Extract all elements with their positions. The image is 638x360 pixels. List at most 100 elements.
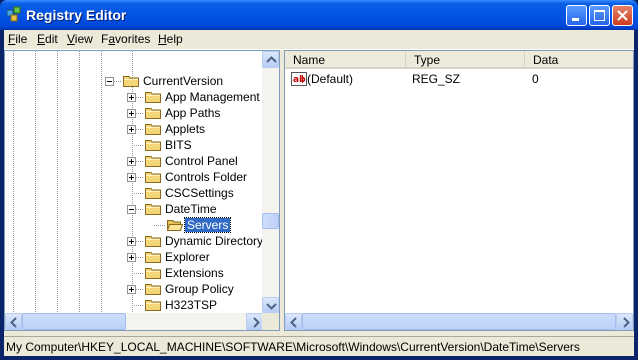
- registry-editor-icon: [6, 6, 21, 22]
- folder-open-icon: [166, 218, 184, 232]
- tree-horizontal-thumb[interactable]: [22, 313, 126, 330]
- tree-node-label: Group Policy: [165, 282, 234, 296]
- tree-node-label: H323TSP: [165, 298, 218, 312]
- collapse-toggle[interactable]: [127, 205, 136, 214]
- key-tree: CurrentVersion App Management App Paths App…: [5, 51, 263, 314]
- close-icon: [617, 10, 628, 21]
- tree-node-group-policy[interactable]: Group Policy: [5, 281, 263, 297]
- tree-node-dynamic-directory[interactable]: Dynamic Directory: [5, 233, 263, 249]
- menu-view[interactable]: View: [67, 32, 93, 46]
- string-value-icon: ab: [291, 72, 307, 86]
- minimize-icon: [572, 18, 579, 21]
- tree-node-app-management[interactable]: App Management: [5, 89, 263, 105]
- arrow-left-icon: [290, 317, 297, 328]
- list-horizontal-scrollbar[interactable]: [285, 313, 633, 330]
- column-header-label: Type: [414, 53, 441, 67]
- folder-icon: [145, 266, 161, 280]
- tree-node-label: DateTime: [165, 202, 217, 216]
- scroll-down-button[interactable]: [262, 297, 279, 314]
- expand-toggle[interactable]: [127, 237, 136, 246]
- folder-icon: [145, 250, 161, 264]
- tree-horizontal-scrollbar[interactable]: [5, 313, 263, 330]
- tree-node-servers[interactable]: Servers: [5, 217, 263, 233]
- tree-connector: [132, 193, 144, 194]
- expand-toggle[interactable]: [127, 109, 136, 118]
- status-bar: My Computer\HKEY_LOCAL_MACHINE\SOFTWARE\…: [4, 336, 634, 357]
- window-title: Registry Editor: [26, 7, 127, 23]
- folder-icon: [123, 74, 139, 88]
- maximize-button[interactable]: [589, 5, 610, 26]
- value-name: (Default): [307, 72, 354, 86]
- arrow-up-icon: [266, 56, 277, 63]
- folder-icon: [145, 298, 161, 312]
- close-button[interactable]: [612, 5, 633, 26]
- tree-node-label: App Management: [165, 90, 260, 104]
- arrow-left-icon: [10, 317, 17, 328]
- tree-node-control-panel[interactable]: Control Panel: [5, 153, 263, 169]
- folder-icon: [145, 202, 161, 216]
- folder-icon: [145, 106, 161, 120]
- tree-connector: [132, 145, 144, 146]
- list-horizontal-thumb[interactable]: [302, 313, 616, 330]
- collapse-toggle[interactable]: [105, 77, 114, 86]
- menu-file[interactable]: File: [8, 32, 27, 46]
- tree-node-label: Dynamic Directory: [165, 234, 263, 248]
- expand-toggle[interactable]: [127, 285, 136, 294]
- tree-vertical-thumb[interactable]: [262, 213, 279, 229]
- tree-node-label: Explorer: [165, 250, 210, 264]
- scroll-left-button[interactable]: [285, 313, 302, 330]
- tree-node-explorer[interactable]: Explorer: [5, 249, 263, 265]
- tree-connector: [132, 273, 144, 274]
- values-list-pane[interactable]: Name Type Data ab (Default) REG_SZ 0: [284, 50, 634, 331]
- folder-icon: [145, 234, 161, 248]
- menu-help[interactable]: Help: [158, 32, 183, 46]
- column-header-data[interactable]: Data: [525, 51, 633, 69]
- tree-node-bits[interactable]: BITS: [5, 137, 263, 153]
- tree-vertical-scrollbar[interactable]: [262, 51, 279, 314]
- title-bar[interactable]: Registry Editor: [0, 0, 638, 30]
- expand-toggle[interactable]: [127, 173, 136, 182]
- tree-node-label: Servers: [183, 217, 232, 233]
- tree-node-h323tsp[interactable]: H323TSP: [5, 297, 263, 313]
- client-area: File Edit View Favorites Help CurrentVersion…: [4, 30, 634, 356]
- tree-node-label: App Paths: [165, 106, 221, 120]
- scroll-right-button[interactable]: [246, 313, 263, 330]
- key-tree-pane[interactable]: CurrentVersion App Management App Paths App…: [4, 50, 280, 331]
- menu-bar: File Edit View Favorites Help: [4, 30, 634, 50]
- tree-connector: [132, 305, 144, 306]
- tree-node-app-paths[interactable]: App Paths: [5, 105, 263, 121]
- expand-toggle[interactable]: [127, 93, 136, 102]
- tree-node-cscsettings[interactable]: CSCSettings: [5, 185, 263, 201]
- expand-toggle[interactable]: [127, 157, 136, 166]
- tree-node-label: Applets: [165, 122, 206, 136]
- folder-icon: [145, 170, 161, 184]
- folder-icon: [145, 90, 161, 104]
- tree-node-currentversion[interactable]: CurrentVersion: [5, 73, 263, 89]
- minimize-button[interactable]: [566, 5, 587, 26]
- expand-toggle[interactable]: [127, 253, 136, 262]
- scroll-left-button[interactable]: [5, 313, 22, 330]
- scroll-corner: [262, 313, 279, 330]
- folder-icon: [145, 282, 161, 296]
- folder-icon: [145, 154, 161, 168]
- scroll-right-button[interactable]: [616, 313, 633, 330]
- tree-node-extensions[interactable]: Extensions: [5, 265, 263, 281]
- tree-node-applets[interactable]: Applets: [5, 121, 263, 137]
- tree-connector: [154, 225, 166, 226]
- folder-icon: [145, 122, 161, 136]
- menu-edit[interactable]: Edit: [37, 32, 58, 46]
- arrow-right-icon: [623, 317, 630, 328]
- column-header-label: Name: [293, 53, 326, 67]
- column-header-type[interactable]: Type: [406, 51, 525, 69]
- value-data: 0: [532, 72, 539, 86]
- svg-text:ab: ab: [293, 75, 306, 85]
- folder-icon: [145, 186, 161, 200]
- scroll-up-button[interactable]: [262, 51, 279, 68]
- registry-editor-window: Registry Editor File Edit View Favorites Hel…: [0, 0, 638, 360]
- tree-node-datetime[interactable]: DateTime: [5, 201, 263, 217]
- column-header-name[interactable]: Name: [285, 51, 406, 69]
- maximize-icon: [594, 10, 605, 21]
- expand-toggle[interactable]: [127, 125, 136, 134]
- menu-favorites[interactable]: Favorites: [101, 32, 150, 46]
- tree-node-controls-folder[interactable]: Controls Folder: [5, 169, 263, 185]
